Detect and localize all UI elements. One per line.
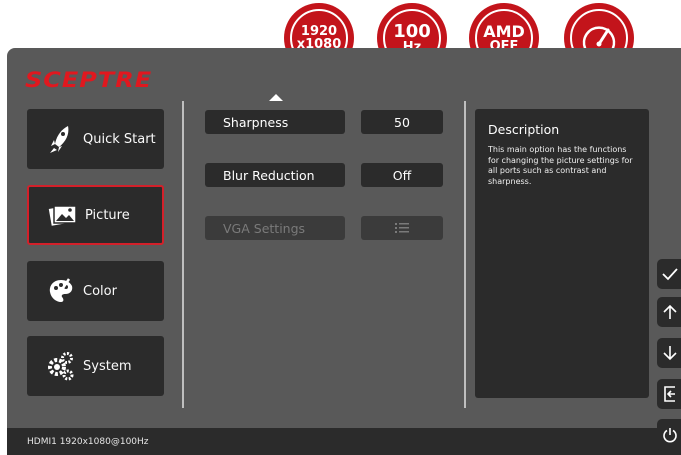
up-button[interactable] (657, 297, 681, 327)
menu-color-label: Color (83, 283, 117, 299)
status-bar: HDMI1 1920x1080@100Hz (7, 428, 681, 455)
menu-quick-start[interactable]: Quick Start (27, 109, 164, 169)
sharpness-value[interactable]: 50 (361, 110, 443, 134)
description-title: Description (488, 122, 560, 137)
menu-picture-label: Picture (85, 207, 130, 223)
picture-icon (41, 199, 85, 231)
menu-system[interactable]: System (27, 336, 164, 396)
check-icon (662, 268, 678, 281)
sharpness-label[interactable]: Sharpness (205, 110, 345, 134)
osd-panel: SCEPTRE Quick Start Picture Color System… (7, 48, 681, 428)
menu-quick-start-label: Quick Start (83, 131, 156, 147)
arrow-up-icon (663, 304, 677, 319)
rocket-icon (39, 123, 83, 155)
up-arrow-icon[interactable] (269, 94, 283, 101)
left-divider (182, 101, 184, 408)
palette-icon (39, 275, 83, 307)
description-text: This main option has the functions for c… (488, 145, 633, 186)
arrow-down-icon (663, 346, 677, 361)
power-icon (663, 428, 677, 443)
input-status: HDMI1 1920x1080@100Hz (27, 437, 149, 447)
exit-icon (664, 386, 675, 402)
sceptre-logo: SCEPTRE (25, 67, 153, 93)
exit-button[interactable] (657, 379, 681, 409)
down-button[interactable] (657, 338, 681, 368)
vga-settings-label: VGA Settings (205, 216, 345, 240)
gears-icon (39, 350, 83, 382)
vga-settings-value (361, 216, 443, 240)
power-button[interactable] (657, 419, 681, 451)
menu-system-label: System (83, 358, 132, 374)
description-panel: Description This main option has the fun… (475, 109, 649, 398)
menu-color[interactable]: Color (27, 261, 164, 321)
freesync-line1: AMD (483, 21, 525, 41)
confirm-button[interactable] (657, 259, 681, 289)
blur-reduction-value[interactable]: Off (361, 163, 443, 187)
blur-reduction-label[interactable]: Blur Reduction (205, 163, 345, 187)
refresh-line1: 100 (393, 20, 431, 42)
menu-picture[interactable]: Picture (27, 185, 164, 245)
list-icon (395, 223, 409, 233)
right-divider (464, 101, 466, 408)
